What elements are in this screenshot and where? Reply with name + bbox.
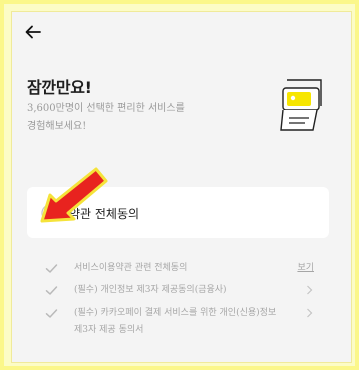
consent-screen: 잠깐만요! 3,600만명이 선택한 편리한 서비스를 경험해보세요! 약관 전… — [11, 11, 352, 363]
check-icon — [45, 286, 58, 295]
check-icon — [45, 309, 58, 318]
term-label: (필수) 카카오페이 결제 서비스를 위한 개인(신용)정보 제3자 제공 동의… — [74, 308, 277, 335]
payment-device-icon — [280, 79, 322, 131]
back-button[interactable] — [24, 23, 42, 41]
chevron-right-icon[interactable] — [306, 285, 313, 295]
chevron-right-icon[interactable] — [306, 308, 313, 318]
red-pointer-arrow-icon — [40, 167, 108, 223]
term-label: 서비스이용약관 관련 전체동의 — [74, 263, 188, 273]
check-icon — [45, 264, 58, 273]
arrow-left-icon — [25, 25, 41, 39]
page-subtitle: 3,600만명이 선택한 편리한 서비스를 경험해보세요! — [27, 103, 185, 132]
page-title: 잠깐만요! — [27, 78, 92, 97]
highlight-frame: 잠깐만요! 3,600만명이 선택한 편리한 서비스를 경험해보세요! 약관 전… — [0, 0, 359, 370]
view-link[interactable]: 보기 — [297, 260, 314, 277]
term-label: (필수) 개인정보 제3자 제공동의(금융사) — [74, 285, 227, 295]
